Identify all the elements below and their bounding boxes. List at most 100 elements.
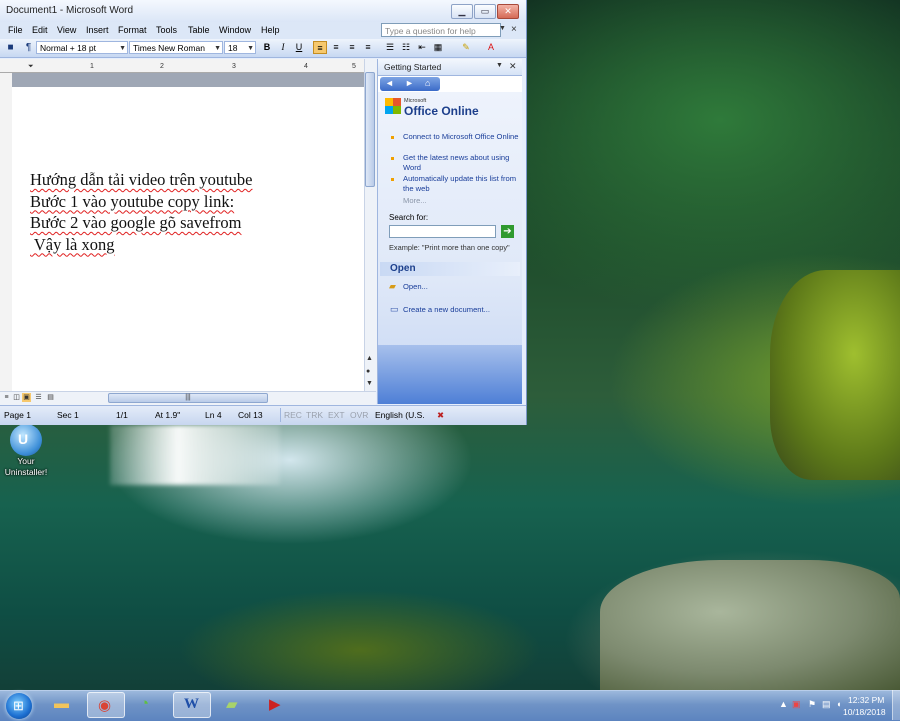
- next-page-icon[interactable]: ▼: [366, 380, 373, 387]
- horizontal-ruler[interactable]: ⏷ 1 2 3 4 5: [0, 59, 376, 73]
- ruler-tick-3: 3: [232, 63, 236, 70]
- create-new-document-link[interactable]: Create a new document...: [403, 305, 490, 314]
- desktop-icon-label[interactable]: Your Uninstaller!: [0, 456, 52, 478]
- bullet-icon: [391, 178, 394, 181]
- taskbar-notes[interactable]: ▰: [216, 692, 254, 718]
- open-link[interactable]: Open...: [403, 282, 428, 291]
- italic-button[interactable]: I: [276, 41, 290, 54]
- close-button[interactable]: ✕: [497, 4, 519, 19]
- menu-file[interactable]: File: [8, 25, 23, 35]
- menu-help[interactable]: Help: [261, 25, 280, 35]
- prev-page-icon[interactable]: ▲: [366, 355, 373, 362]
- start-button[interactable]: ⊞: [6, 693, 32, 719]
- style-select[interactable]: Normal + 18 pt ▼: [36, 41, 128, 54]
- status-language[interactable]: English (U.S.: [375, 410, 425, 420]
- bullets-button[interactable]: ☷: [399, 41, 413, 54]
- justify-button[interactable]: ≡: [361, 41, 375, 54]
- status-ext[interactable]: EXT: [328, 410, 345, 420]
- your-uninstaller-icon[interactable]: U: [10, 424, 42, 456]
- ruler-tick-2: 2: [160, 63, 164, 70]
- connect-office-online-link[interactable]: Connect to Microsoft Office Online: [403, 132, 519, 142]
- document-line-2: Bước 1 vào youtube copy link:: [30, 191, 235, 211]
- menu-edit[interactable]: Edit: [32, 25, 48, 35]
- taskbar-recorder[interactable]: ▶: [259, 692, 297, 718]
- help-search-input[interactable]: Type a question for help: [381, 23, 501, 37]
- help-dropdown-icon[interactable]: ▼: [499, 25, 506, 32]
- office-online-logo-text: Office Online: [404, 104, 479, 118]
- save-icon[interactable]: ■: [4, 41, 17, 54]
- forward-icon[interactable]: ►: [405, 78, 414, 88]
- select-browse-object-icon[interactable]: ●: [366, 368, 370, 375]
- status-page: Page 1: [4, 410, 31, 420]
- flag-icon[interactable]: ⚑: [808, 699, 816, 710]
- status-ovr[interactable]: OVR: [350, 410, 368, 420]
- maximize-button[interactable]: ▭: [474, 4, 496, 19]
- print-layout-icon[interactable]: ▣: [22, 393, 31, 402]
- clock-time[interactable]: 12:32 PM: [848, 695, 884, 705]
- menu-tools[interactable]: Tools: [156, 25, 177, 35]
- status-rec[interactable]: REC: [284, 410, 302, 420]
- font-color-icon[interactable]: A: [484, 41, 498, 54]
- folder-icon[interactable]: ▰: [389, 281, 396, 292]
- taskbar-explorer[interactable]: ▬: [44, 692, 82, 718]
- search-go-button[interactable]: ➔: [501, 225, 514, 238]
- ruler-tick-5: 5: [352, 63, 356, 70]
- vertical-scroll-thumb[interactable]: [365, 72, 375, 187]
- home-icon[interactable]: ⌂: [425, 78, 430, 88]
- taskbar-chrome[interactable]: ◉: [87, 692, 125, 718]
- style-value: Normal + 18 pt: [40, 43, 96, 53]
- clock-date[interactable]: 10/18/2018: [843, 707, 886, 717]
- more-link[interactable]: More...: [403, 196, 427, 205]
- outline-view-icon[interactable]: ☰: [34, 393, 43, 402]
- font-select[interactable]: Times New Roman ▼: [129, 41, 223, 54]
- search-input[interactable]: [389, 225, 496, 238]
- document-close-button[interactable]: ×: [511, 24, 517, 35]
- taskbar-word[interactable]: W: [173, 692, 211, 718]
- ruler-tick-1: 1: [90, 63, 94, 70]
- document-area[interactable]: Hướng dẫn tải video trên youtube Bước 1 …: [12, 73, 364, 391]
- align-left-button[interactable]: ≡: [313, 41, 327, 54]
- numbering-button[interactable]: ☰: [383, 41, 397, 54]
- windows-logo-icon: ⊞: [13, 698, 24, 713]
- latest-news-link[interactable]: Get the latest news about using Word: [403, 153, 519, 173]
- underline-button[interactable]: U: [292, 41, 306, 54]
- spelling-status-icon[interactable]: ✖: [437, 410, 444, 421]
- menu-insert[interactable]: Insert: [86, 25, 109, 35]
- menu-window[interactable]: Window: [219, 25, 251, 35]
- highlight-icon[interactable]: ✎: [459, 41, 473, 54]
- web-view-icon[interactable]: ◫: [12, 393, 21, 402]
- reading-view-icon[interactable]: ▤: [46, 393, 55, 402]
- document-page[interactable]: Hướng dẫn tải video trên youtube Bước 1 …: [12, 87, 364, 391]
- bold-button[interactable]: B: [260, 41, 274, 54]
- menu-format[interactable]: Format: [118, 25, 147, 35]
- tray-expand-icon[interactable]: ▲: [779, 699, 788, 709]
- back-icon[interactable]: ◄: [385, 78, 394, 88]
- border-button[interactable]: ▦: [431, 41, 445, 54]
- volume-icon[interactable]: ◖: [836, 699, 841, 709]
- align-right-button[interactable]: ≡: [345, 41, 359, 54]
- wallpaper-stone: [600, 560, 900, 690]
- task-pane-dropdown-icon[interactable]: ▼: [496, 62, 503, 69]
- horizontal-scroll-thumb[interactable]: |||: [108, 393, 268, 403]
- decrease-indent-button[interactable]: ⇤: [415, 41, 429, 54]
- minimize-button[interactable]: ▁: [451, 4, 473, 19]
- align-center-button[interactable]: ≡: [329, 41, 343, 54]
- task-pane-close-icon[interactable]: ✕: [509, 61, 517, 72]
- network-icon[interactable]: ▤: [822, 699, 831, 710]
- tray-app-icon[interactable]: ▣: [792, 699, 801, 710]
- status-trk[interactable]: TRK: [306, 410, 323, 420]
- indent-marker-icon[interactable]: ⏷: [28, 63, 34, 71]
- menu-view[interactable]: View: [57, 25, 76, 35]
- normal-view-icon[interactable]: ≡: [2, 393, 11, 402]
- show-desktop-button[interactable]: [892, 690, 900, 720]
- ruler-tick-4: 4: [304, 63, 308, 70]
- title-bar[interactable]: Document1 - Microsoft Word ▁ ▭ ✕: [0, 0, 526, 23]
- styles-pane-icon[interactable]: ¶: [22, 41, 35, 54]
- auto-update-link[interactable]: Automatically update this list from the …: [403, 174, 519, 194]
- task-pane-title[interactable]: Getting Started: [384, 62, 441, 72]
- menu-table[interactable]: Table: [188, 25, 210, 35]
- font-size-select[interactable]: 18 ▼: [224, 41, 256, 54]
- new-document-icon[interactable]: ▭: [390, 304, 399, 315]
- taskbar-app-green[interactable]: ◔: [130, 692, 168, 718]
- document-body[interactable]: Hướng dẫn tải video trên youtube Bước 1 …: [30, 169, 253, 255]
